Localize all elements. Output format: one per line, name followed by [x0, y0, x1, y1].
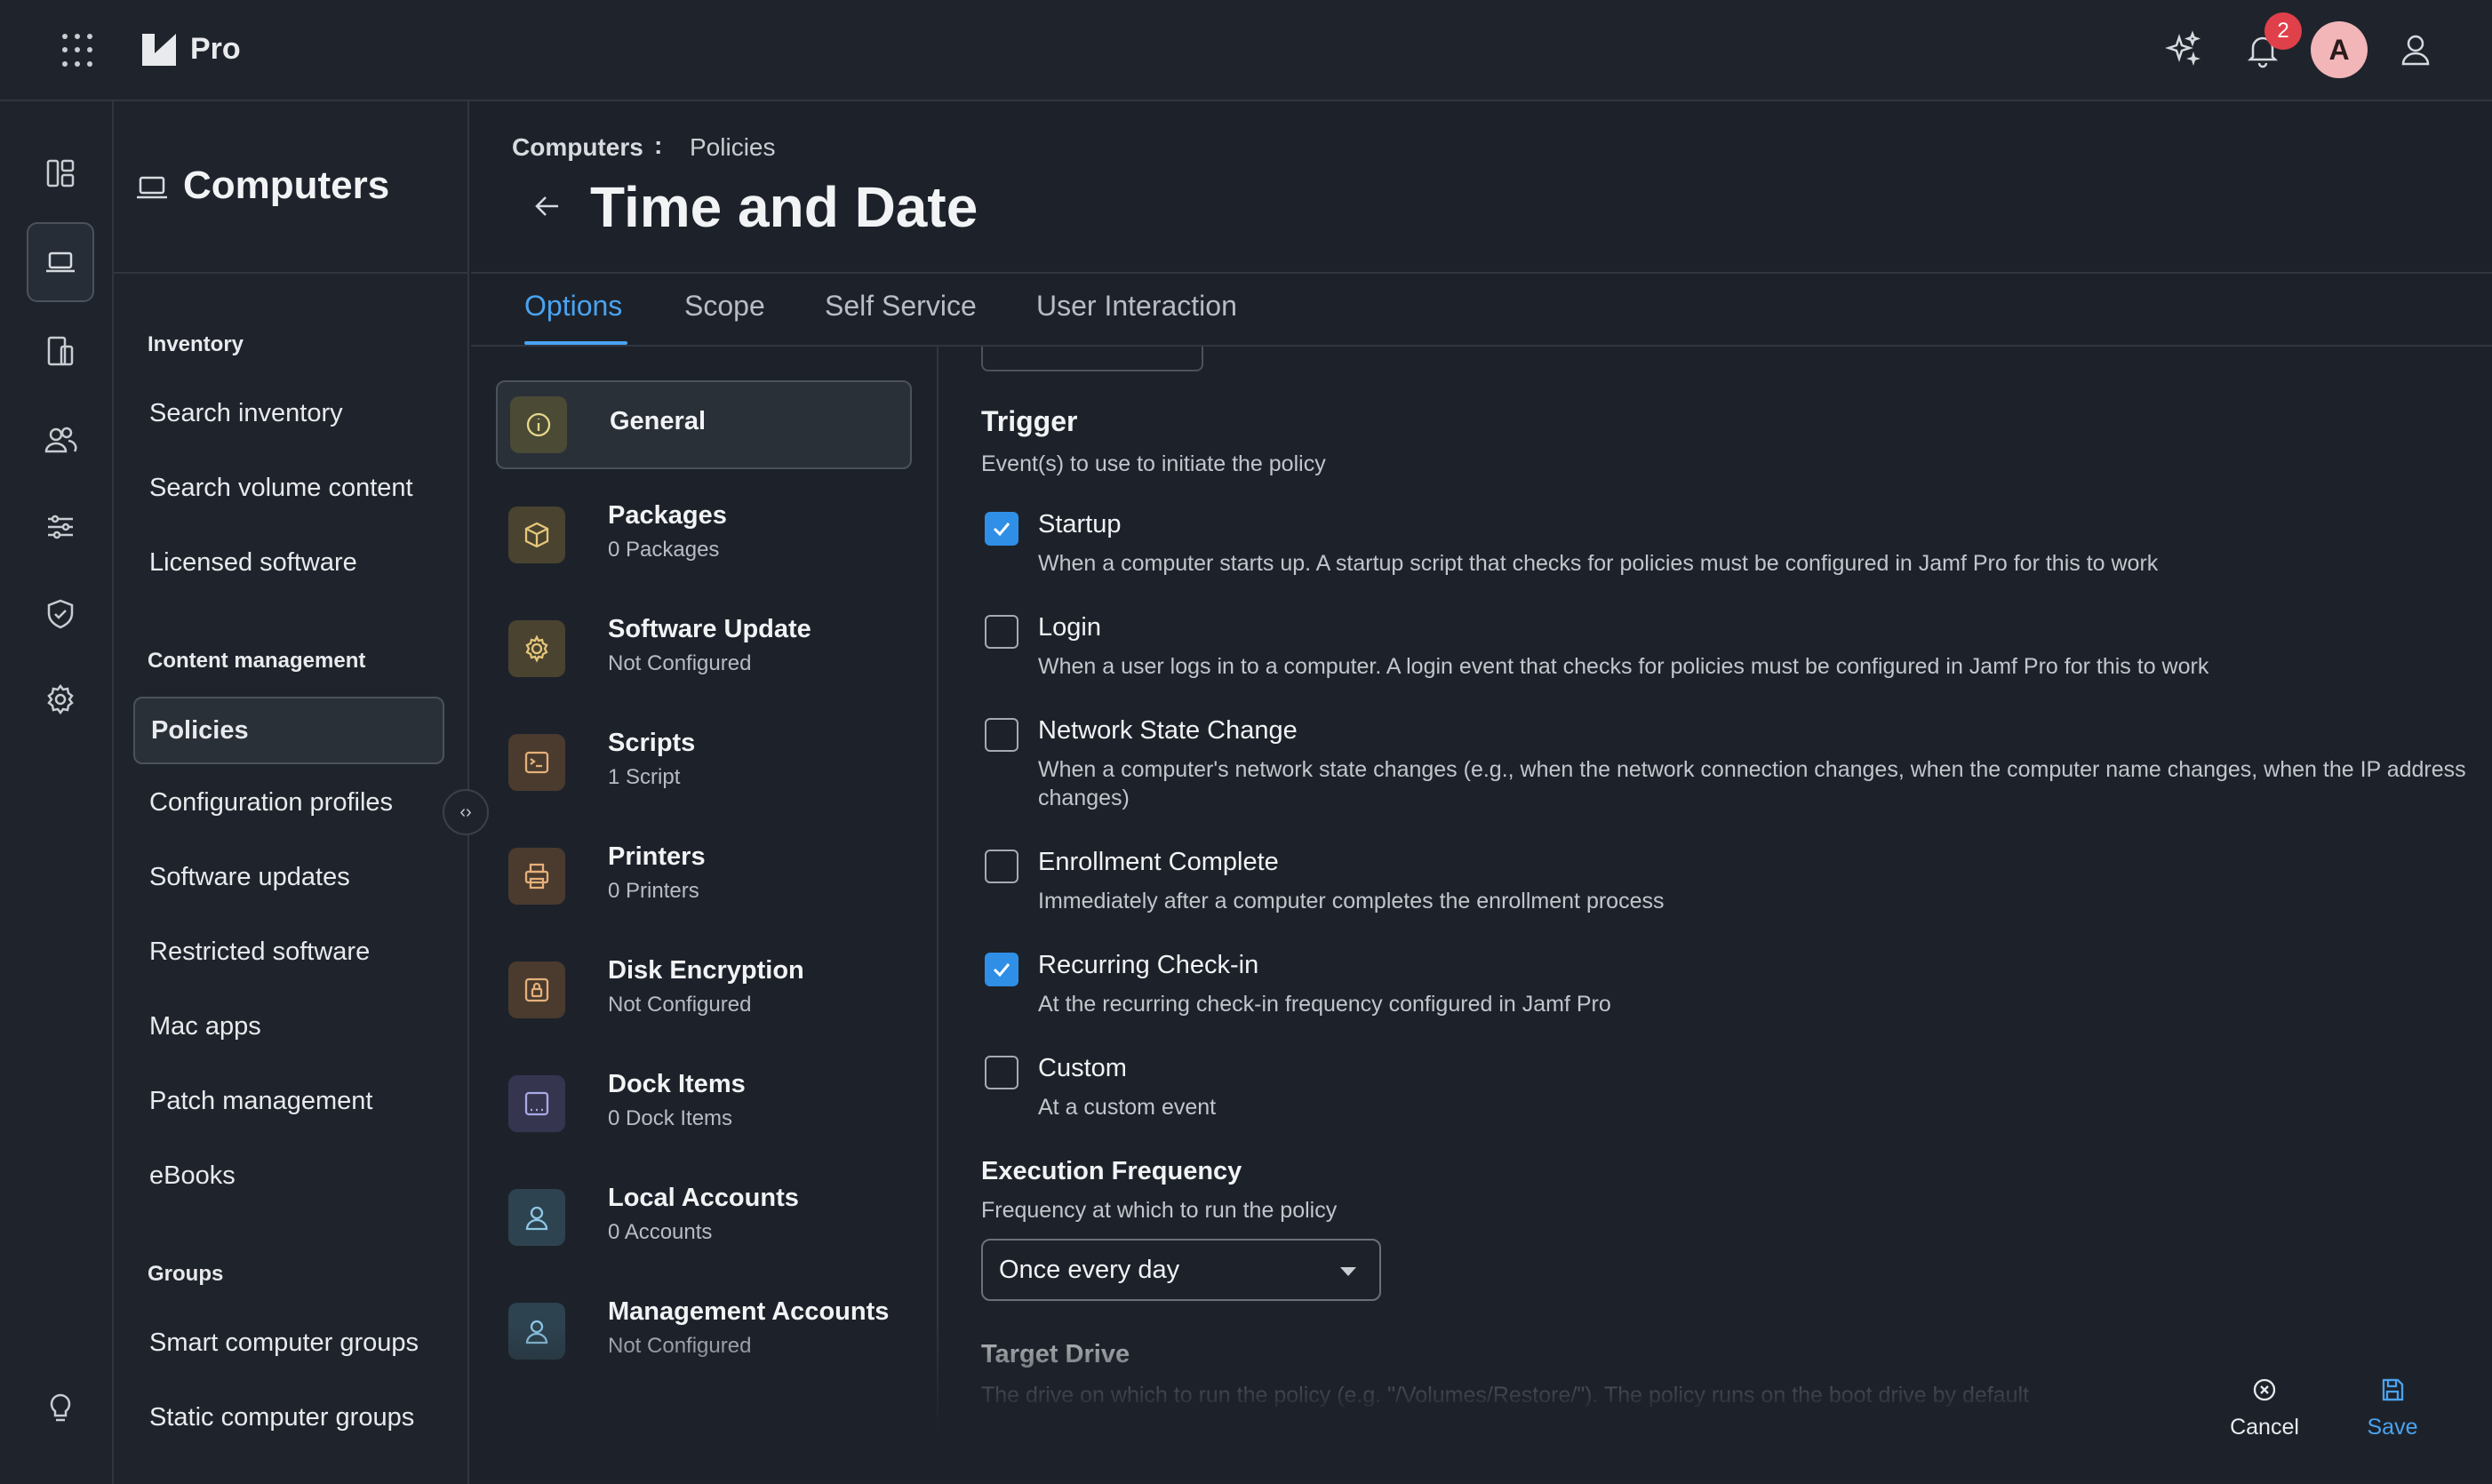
section-scripts[interactable]: Scripts 1 Script — [496, 718, 912, 807]
script-icon — [508, 734, 565, 791]
section-general[interactable]: General — [496, 380, 912, 469]
gear-icon[interactable] — [27, 659, 94, 739]
execution-frequency-description: Frequency at which to run the policy — [981, 1198, 1338, 1223]
nav-header: Computers — [114, 101, 467, 274]
app-launcher-icon[interactable] — [62, 34, 96, 68]
nav-item-smart-computer-groups[interactable]: Smart computer groups — [149, 1328, 419, 1358]
notification-count-badge: 2 — [2264, 12, 2302, 50]
breadcrumb-computers[interactable]: Computers — [512, 133, 643, 162]
execution-frequency-heading: Execution Frequency — [981, 1157, 1242, 1185]
computers-icon[interactable] — [27, 222, 94, 302]
tab-user-interaction[interactable]: User Interaction — [1036, 290, 1237, 323]
section-management-accounts[interactable]: Management Accounts Not Configured — [496, 1287, 912, 1376]
software-update-icon — [508, 620, 565, 677]
target-drive-description: The drive on which to run the policy (e.… — [981, 1383, 2030, 1408]
back-arrow-icon[interactable] — [530, 188, 565, 224]
info-icon — [510, 396, 567, 453]
security-shield-icon[interactable] — [27, 574, 94, 654]
lightbulb-icon[interactable] — [27, 1368, 94, 1448]
tab-bar: Options Scope Self Service User Interact… — [471, 274, 2492, 347]
nav-item-configuration-profiles[interactable]: Configuration profiles — [149, 788, 393, 818]
trigger-description: Event(s) to use to initiate the policy — [981, 451, 1326, 476]
page-title: Time and Date — [590, 175, 978, 239]
nav-item-ebooks[interactable]: eBooks — [149, 1161, 236, 1191]
checkbox-custom[interactable] — [985, 1056, 1018, 1089]
users-icon[interactable] — [27, 400, 94, 480]
nav-section-groups: Groups — [148, 1262, 224, 1286]
cancel-circle-icon — [2253, 1378, 2276, 1401]
devices-icon[interactable] — [27, 311, 94, 391]
nav-item-licensed-software[interactable]: Licensed software — [149, 548, 357, 578]
package-icon — [508, 507, 565, 563]
account-icon — [508, 1303, 565, 1360]
section-dock-items[interactable]: Dock Items 0 Dock Items — [496, 1059, 912, 1148]
section-disk-encryption[interactable]: Disk Encryption Not Configured — [496, 945, 912, 1034]
breadcrumb-policies[interactable]: Policies — [690, 133, 775, 162]
page-header: Computers : Policies Time and Date — [471, 101, 2492, 274]
user-profile-icon[interactable] — [2396, 30, 2435, 69]
nav-item-software-updates[interactable]: Software updates — [149, 863, 350, 892]
dashboard-icon[interactable] — [27, 133, 94, 213]
account-icon — [508, 1189, 565, 1246]
section-software-update[interactable]: Software Update Not Configured — [496, 604, 912, 693]
left-rail — [0, 101, 114, 1484]
checkbox-login[interactable] — [985, 615, 1018, 649]
checkbox-network-state-change[interactable] — [985, 718, 1018, 752]
checkbox-recurring-check-in[interactable] — [985, 953, 1018, 986]
nav-item-policies[interactable]: Policies — [133, 697, 444, 764]
jamf-logo-icon — [142, 34, 176, 66]
execution-frequency-select[interactable]: Once every day — [981, 1239, 1381, 1301]
active-tab-indicator — [524, 341, 627, 345]
settings-sliders-icon[interactable] — [27, 487, 94, 567]
tab-scope[interactable]: Scope — [684, 290, 765, 323]
save-disk-icon — [2382, 1378, 2404, 1401]
checkbox-enrollment-complete[interactable] — [985, 850, 1018, 883]
nav-section-inventory: Inventory — [148, 332, 244, 356]
checkbox-startup[interactable] — [985, 512, 1018, 546]
options-content: Trigger Event(s) to use to initiate the … — [938, 347, 2492, 1484]
trigger-heading: Trigger — [981, 405, 1078, 437]
nav-title: Computers — [183, 164, 390, 207]
collapse-panel-button[interactable]: ‹› — [443, 789, 489, 835]
nav-item-search-volume-content[interactable]: Search volume content — [149, 474, 413, 503]
chevron-down-icon — [1340, 1267, 1356, 1276]
nav-item-restricted-software[interactable]: Restricted software — [149, 937, 370, 967]
nav-item-patch-management[interactable]: Patch management — [149, 1087, 372, 1116]
previous-field-stub[interactable] — [981, 347, 1203, 371]
brand-name: Pro — [190, 32, 241, 66]
computers-nav-panel: Computers Inventory Search inventory Sea… — [114, 101, 469, 1484]
laptop-icon — [137, 176, 167, 199]
tab-options[interactable]: Options — [524, 290, 622, 323]
nav-item-static-computer-groups[interactable]: Static computer groups — [149, 1403, 414, 1432]
section-packages[interactable]: Packages 0 Packages — [496, 491, 912, 579]
nav-item-mac-apps[interactable]: Mac apps — [149, 1012, 261, 1041]
printer-icon — [508, 848, 565, 905]
dock-icon — [508, 1075, 565, 1132]
tab-self-service[interactable]: Self Service — [825, 290, 977, 323]
top-bar: Pro 2 A — [0, 0, 2492, 101]
section-printers[interactable]: Printers 0 Printers — [496, 832, 912, 921]
target-drive-heading: Target Drive — [981, 1340, 1130, 1368]
avatar[interactable]: A — [2311, 21, 2368, 78]
breadcrumb-separator: : — [654, 132, 663, 159]
save-button[interactable]: Save — [2357, 1376, 2428, 1440]
section-local-accounts[interactable]: Local Accounts 0 Accounts — [496, 1173, 912, 1262]
cancel-button[interactable]: Cancel — [2229, 1376, 2300, 1440]
execution-frequency-value: Once every day — [999, 1255, 1180, 1284]
nav-section-content-management: Content management — [148, 649, 366, 673]
nav-item-search-inventory[interactable]: Search inventory — [149, 399, 343, 428]
disk-encryption-icon — [508, 961, 565, 1018]
policy-sections-list: General Packages 0 Packages Software Upda… — [471, 347, 938, 1484]
ai-sparkle-icon[interactable] — [2163, 30, 2202, 69]
